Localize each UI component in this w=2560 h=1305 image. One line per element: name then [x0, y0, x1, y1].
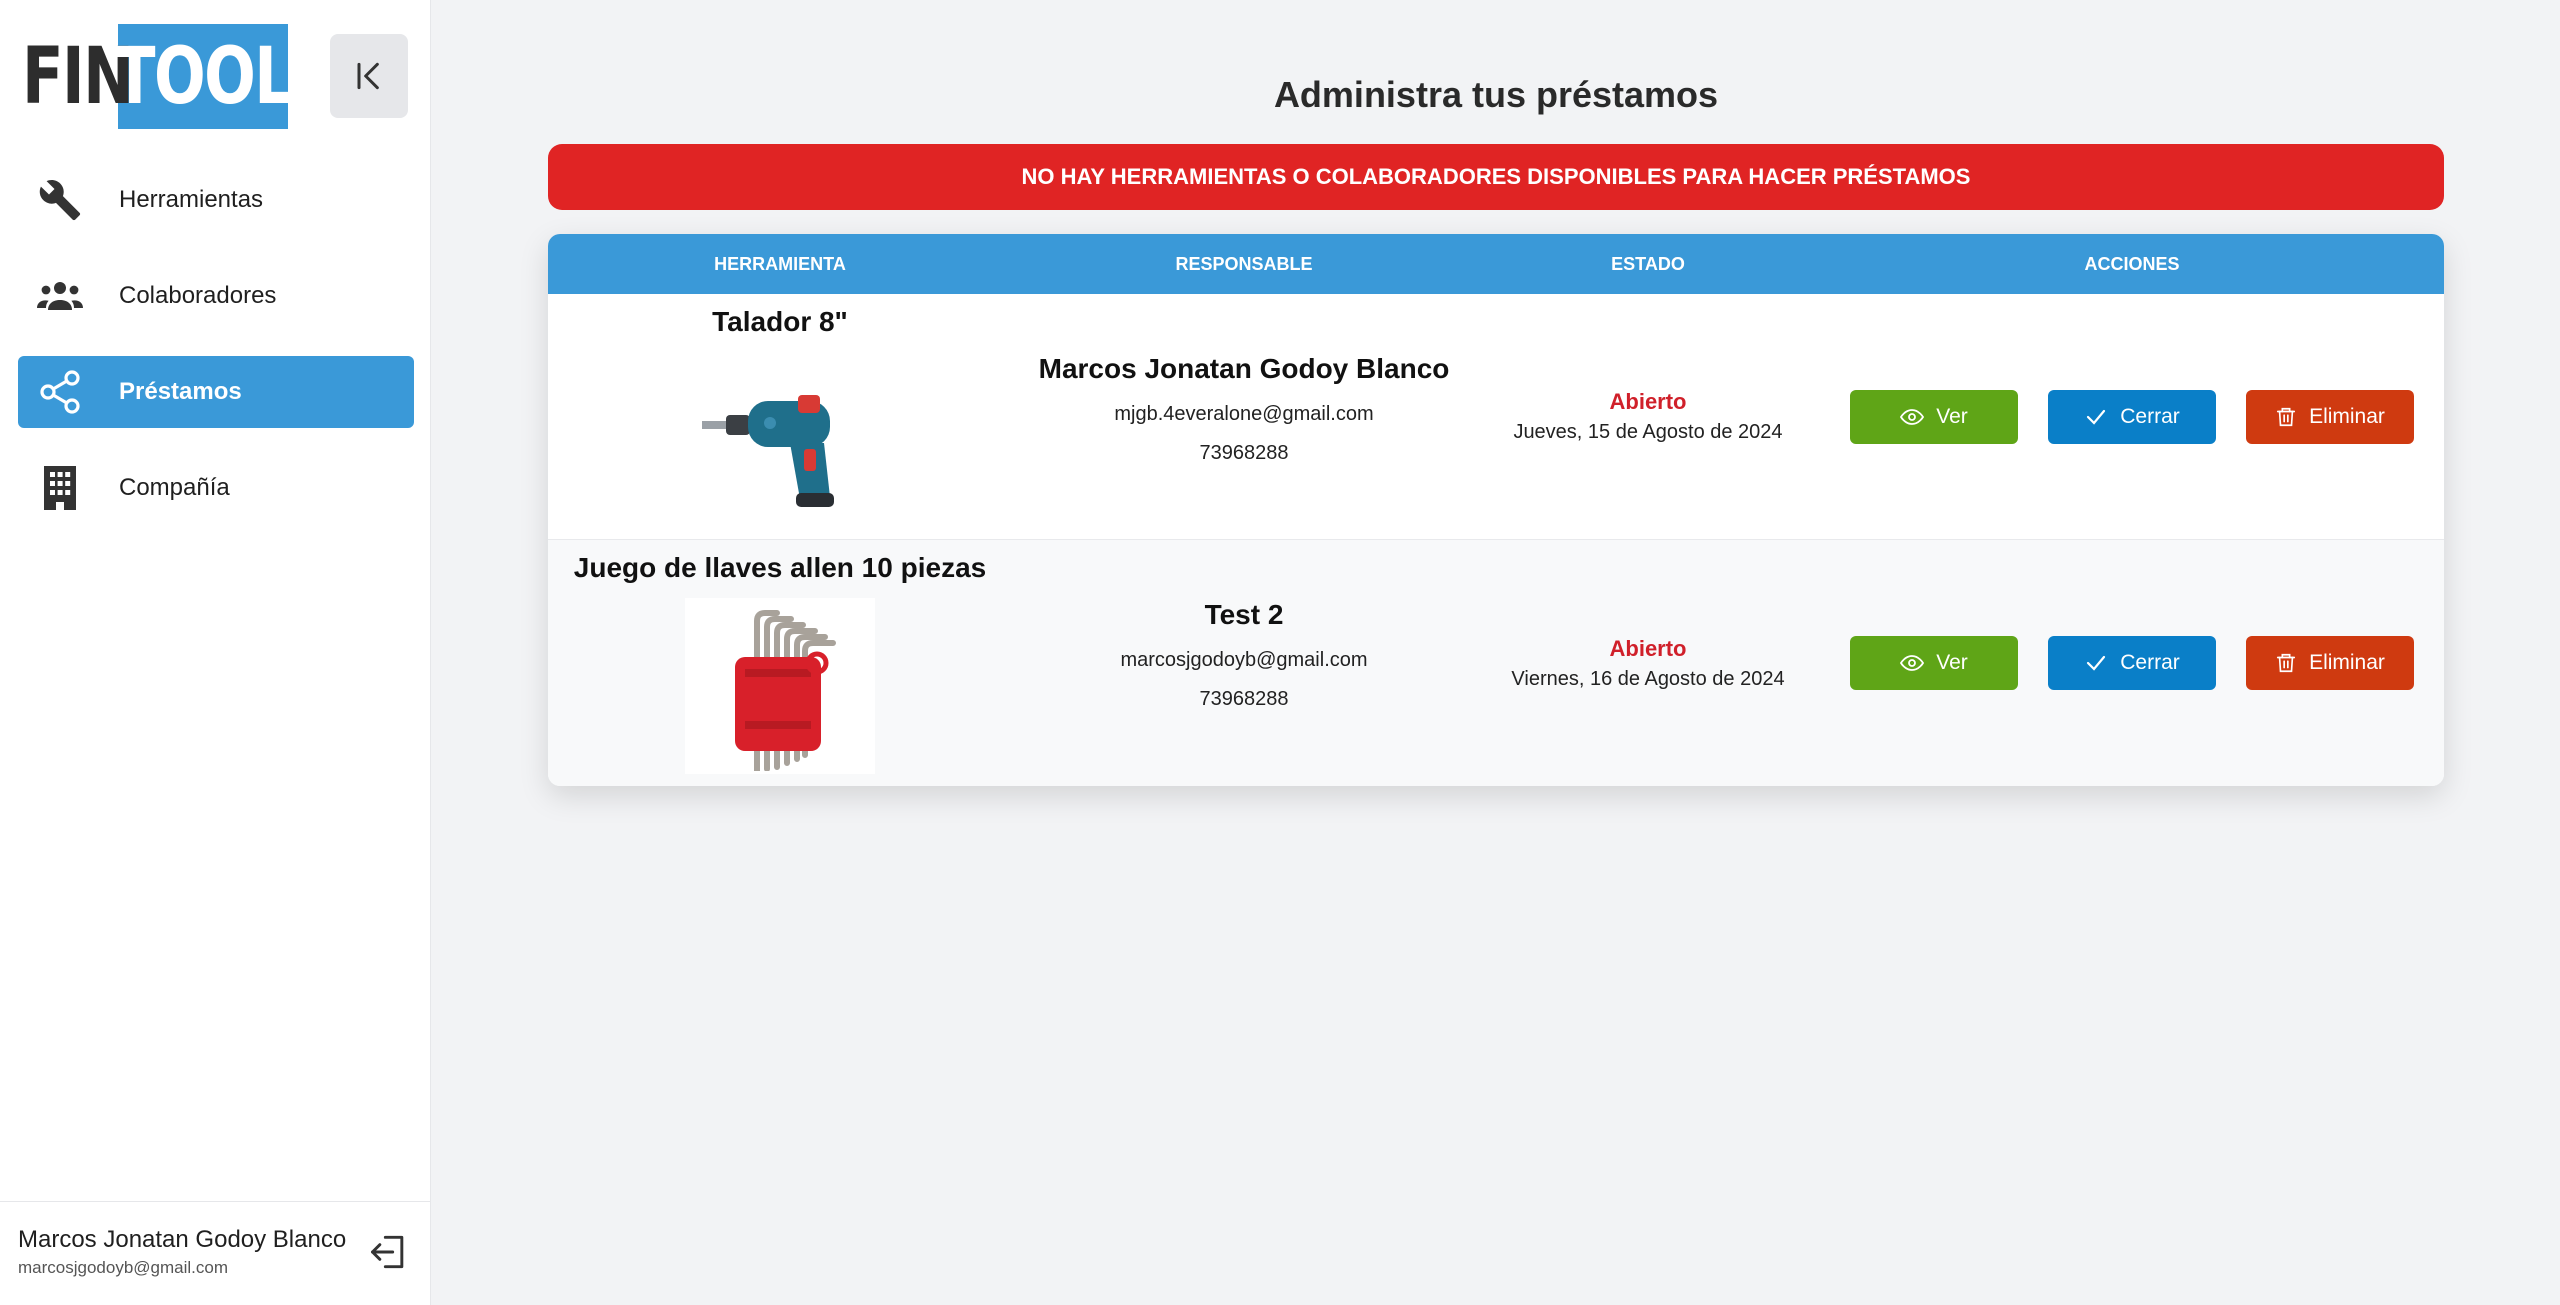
status-cell: Abierto Viernes, 16 de Agosto de 2024: [1476, 540, 1820, 786]
sidebar-item-label: Compañía: [119, 474, 230, 501]
wrench-icon: [36, 176, 84, 224]
tool-name: Talador 8": [712, 306, 848, 337]
drill-image: [685, 352, 875, 528]
loan-date: Jueves, 15 de Agosto de 2024: [1513, 421, 1783, 443]
responsible-phone: 73968288: [1199, 441, 1289, 464]
sidebar-item-colaboradores[interactable]: Colaboradores: [18, 260, 414, 332]
delete-button-label: Eliminar: [2309, 404, 2385, 428]
loans-table: HERRAMIENTA RESPONSABLE ESTADO ACCIONES …: [548, 234, 2444, 786]
status-cell: Abierto Jueves, 15 de Agosto de 2024: [1476, 294, 1820, 539]
view-button[interactable]: Ver: [1850, 389, 2018, 444]
sidebar-item-label: Préstamos: [119, 378, 242, 405]
allen-keys-image: [685, 598, 875, 774]
logo-fin-text: FIN: [22, 31, 134, 122]
close-loan-button[interactable]: Cerrar: [2048, 389, 2216, 444]
view-button[interactable]: Ver: [1850, 636, 2018, 690]
eye-icon: [1900, 408, 1925, 425]
tool-cell: Talador 8": [548, 294, 1012, 539]
status-badge: Abierto: [1609, 389, 1687, 414]
logout-button[interactable]: [367, 1230, 411, 1274]
header-estado: ESTADO: [1611, 253, 1685, 274]
sidebar-item-compania[interactable]: Compañía: [18, 452, 414, 524]
view-button-label: Ver: [1936, 651, 1968, 674]
logout-icon: [371, 1235, 404, 1269]
collapse-left-icon: [357, 62, 379, 90]
sidebar-item-label: Colaboradores: [119, 282, 277, 309]
alert-banner: NO HAY HERRAMIENTAS O COLABORADORES DISP…: [548, 144, 2444, 210]
responsible-name: Marcos Jonatan Godoy Blanco: [1038, 352, 1450, 384]
trash-icon: [2276, 653, 2296, 673]
status-badge: Abierto: [1609, 635, 1687, 661]
user-profile: Marcos Jonatan Godoy Blanco marcosjgodoy…: [0, 1201, 431, 1305]
sidebar-nav: Herramientas Colaboradores Préstamos Com…: [18, 164, 414, 548]
header-acciones: ACCIONES: [2084, 253, 2180, 274]
user-name: Marcos Jonatan Godoy Blanco: [18, 1226, 347, 1253]
table-row: Talador 8" Marcos Jonatan Godoy Blanco m…: [548, 294, 2444, 540]
check-icon: [2087, 655, 2106, 671]
loan-date: Viernes, 16 de Agosto de 2024: [1511, 667, 1785, 690]
tool-name: Juego de llaves allen 10 piezas: [573, 552, 987, 583]
header-herramienta: HERRAMIENTA: [714, 253, 846, 274]
table-row: Juego de llaves allen 10 piezas Test 2 m…: [548, 540, 2444, 786]
close-loan-button[interactable]: Cerrar: [2048, 636, 2216, 690]
delete-button-label: Eliminar: [2309, 651, 2385, 674]
header-responsable: RESPONSABLE: [1175, 253, 1313, 274]
trash-icon: [2276, 407, 2296, 426]
sidebar-item-herramientas[interactable]: Herramientas: [18, 164, 414, 236]
responsible-name: Test 2: [1204, 599, 1284, 630]
sidebar: FIN TOOL Herramientas Colaboradores Prés…: [0, 0, 431, 1305]
check-icon: [2087, 409, 2106, 425]
user-email: marcosjgodoyb@gmail.com: [18, 1258, 229, 1277]
page-title: Administra tus préstamos: [1273, 74, 1719, 115]
sidebar-item-prestamos[interactable]: Préstamos: [18, 356, 414, 428]
responsible-cell: Marcos Jonatan Godoy Blanco mjgb.4everal…: [1012, 294, 1476, 539]
users-icon: [36, 272, 84, 320]
responsible-phone: 73968288: [1199, 688, 1289, 710]
logo-tool-box: TOOL: [114, 24, 293, 129]
close-button-label: Cerrar: [2120, 651, 2180, 674]
building-icon: [36, 464, 84, 512]
sidebar-item-label: Herramientas: [119, 186, 264, 213]
responsible-cell: Test 2 marcosjgodoyb@gmail.com 73968288: [1012, 540, 1476, 786]
share-icon: [36, 368, 84, 416]
eye-icon: [1900, 655, 1925, 671]
actions-cell: Ver Cerrar Eliminar: [1820, 540, 2444, 786]
delete-button[interactable]: Eliminar: [2246, 636, 2414, 690]
collapse-sidebar-button[interactable]: [330, 34, 408, 118]
table-header: HERRAMIENTA RESPONSABLE ESTADO ACCIONES: [548, 234, 2444, 294]
close-button-label: Cerrar: [2120, 404, 2180, 428]
responsible-email: marcosjgodoyb@gmail.com: [1120, 649, 1368, 671]
logo-tool-text: TOOL: [114, 31, 293, 122]
tool-cell: Juego de llaves allen 10 piezas: [548, 540, 1012, 786]
view-button-label: Ver: [1936, 404, 1968, 428]
actions-cell: Ver Cerrar Eliminar: [1820, 294, 2444, 539]
delete-button[interactable]: Eliminar: [2246, 389, 2414, 444]
responsible-email: mjgb.4everalone@gmail.com: [1114, 402, 1374, 425]
fintool-logo[interactable]: FIN TOOL: [22, 24, 293, 129]
